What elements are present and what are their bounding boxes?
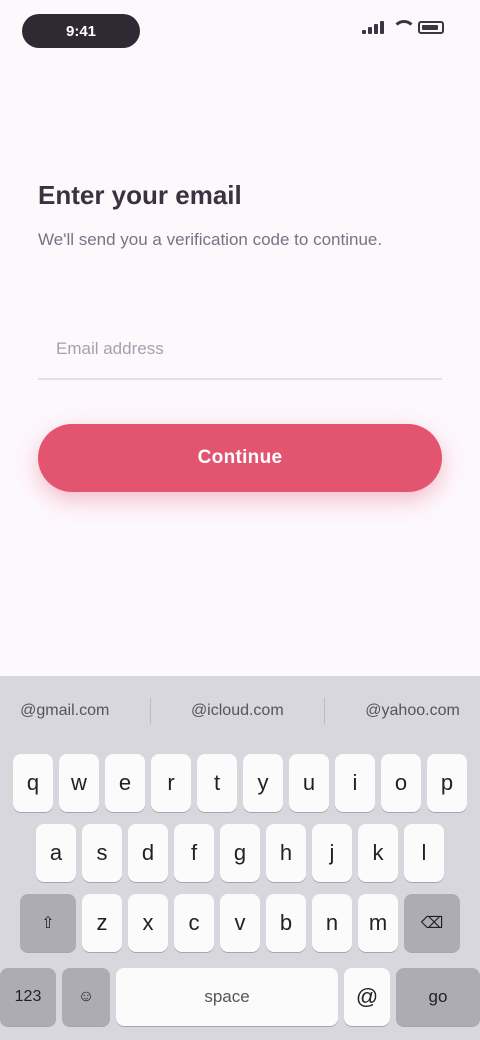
- key-x[interactable]: x: [128, 894, 168, 952]
- at-key[interactable]: @: [344, 968, 390, 1026]
- key-c[interactable]: c: [174, 894, 214, 952]
- key-d[interactable]: d: [128, 824, 168, 882]
- suggestion-2[interactable]: @icloud.com: [191, 702, 284, 720]
- cellular-signal-icon: [362, 20, 384, 34]
- key-i[interactable]: i: [335, 754, 375, 812]
- shift-icon[interactable]: ⇧: [20, 894, 76, 952]
- key-u[interactable]: u: [289, 754, 329, 812]
- key-q[interactable]: q: [13, 754, 53, 812]
- page-title: Enter your email: [38, 180, 242, 210]
- email-field[interactable]: [38, 320, 442, 378]
- numbers-key[interactable]: 123: [0, 968, 56, 1026]
- key-a[interactable]: a: [36, 824, 76, 882]
- wifi-icon: [392, 20, 416, 34]
- key-y[interactable]: y: [243, 754, 283, 812]
- backspace-icon[interactable]: ⌫: [404, 894, 460, 952]
- key-s[interactable]: s: [82, 824, 122, 882]
- suggestion-1[interactable]: @gmail.com: [20, 702, 109, 720]
- key-p[interactable]: p: [427, 754, 467, 812]
- key-h[interactable]: h: [266, 824, 306, 882]
- key-f[interactable]: f: [174, 824, 214, 882]
- keyboard-row-4: 123 ☺ space @ go: [0, 968, 480, 1026]
- key-j[interactable]: j: [312, 824, 352, 882]
- key-o[interactable]: o: [381, 754, 421, 812]
- suggestion-divider: [149, 698, 151, 724]
- battery-icon: [418, 20, 444, 34]
- email-field-container: [38, 320, 442, 380]
- suggestion-divider: [323, 698, 325, 724]
- status-time: 9:41: [22, 14, 140, 48]
- key-r[interactable]: r: [151, 754, 191, 812]
- on-screen-keyboard: @gmail.com @icloud.com @yahoo.com q w e …: [0, 676, 480, 1040]
- key-v[interactable]: v: [220, 894, 260, 952]
- continue-button[interactable]: Continue: [38, 424, 442, 492]
- emoji-icon[interactable]: ☺: [62, 968, 110, 1026]
- key-g[interactable]: g: [220, 824, 260, 882]
- key-n[interactable]: n: [312, 894, 352, 952]
- go-key[interactable]: go: [396, 968, 480, 1026]
- key-t[interactable]: t: [197, 754, 237, 812]
- key-w[interactable]: w: [59, 754, 99, 812]
- suggestion-3[interactable]: @yahoo.com: [365, 702, 460, 720]
- key-m[interactable]: m: [358, 894, 398, 952]
- space-key[interactable]: space: [116, 968, 338, 1026]
- keyboard-row-1: q w e r t y u i o p: [0, 754, 480, 812]
- key-e[interactable]: e: [105, 754, 145, 812]
- key-l[interactable]: l: [404, 824, 444, 882]
- keyboard-row-3: ⇧ z x c v b n m ⌫: [0, 894, 480, 952]
- key-b[interactable]: b: [266, 894, 306, 952]
- status-icons: [362, 20, 444, 34]
- keyboard-row-2: a s d f g h j k l: [0, 824, 480, 882]
- keyboard-suggestions: @gmail.com @icloud.com @yahoo.com: [0, 676, 480, 746]
- key-z[interactable]: z: [82, 894, 122, 952]
- status-bar: 9:41: [0, 0, 480, 60]
- page-subtitle: We'll send you a verification code to co…: [38, 230, 383, 249]
- key-k[interactable]: k: [358, 824, 398, 882]
